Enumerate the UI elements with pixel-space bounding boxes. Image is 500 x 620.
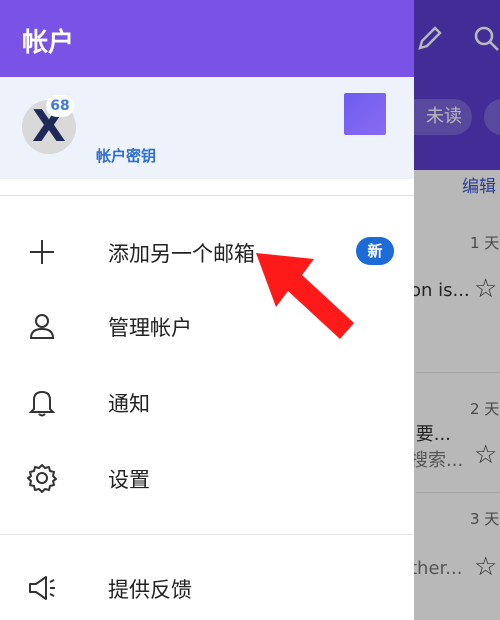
menu-label: 管理帐户 [108, 316, 192, 340]
divider [0, 534, 414, 535]
account-key-link[interactable]: 帐户密钥 [96, 145, 156, 166]
menu-item-notifications[interactable]: 通知 [0, 364, 414, 438]
menu-label: 添加另一个邮箱 [108, 242, 255, 266]
new-badge: 新 [356, 237, 394, 265]
drawer-header: 帐户 [0, 0, 414, 77]
megaphone-icon [26, 572, 58, 604]
menu-item-feedback[interactable]: 提供反馈 [0, 550, 414, 620]
menu-item-settings[interactable]: 设置 [0, 440, 414, 514]
bell-icon [26, 386, 58, 418]
plus-icon [26, 236, 58, 268]
divider [0, 195, 414, 196]
menu-label: 提供反馈 [108, 578, 192, 602]
unread-count-badge: 68 [46, 95, 74, 117]
screen: 未读 编辑 1 天 on is... ☆ 2 天 ·要... 搜索... ☆ 3… [0, 0, 500, 620]
account-color-swatch[interactable] [344, 93, 386, 135]
account-card[interactable]: X 68 帐户密钥 [0, 77, 414, 179]
person-icon [26, 310, 58, 342]
drawer-title: 帐户 [22, 28, 75, 58]
gear-icon [26, 462, 58, 494]
menu-label: 通知 [108, 392, 150, 416]
menu-label: 设置 [108, 468, 150, 492]
red-arrow-annotation [256, 253, 354, 339]
